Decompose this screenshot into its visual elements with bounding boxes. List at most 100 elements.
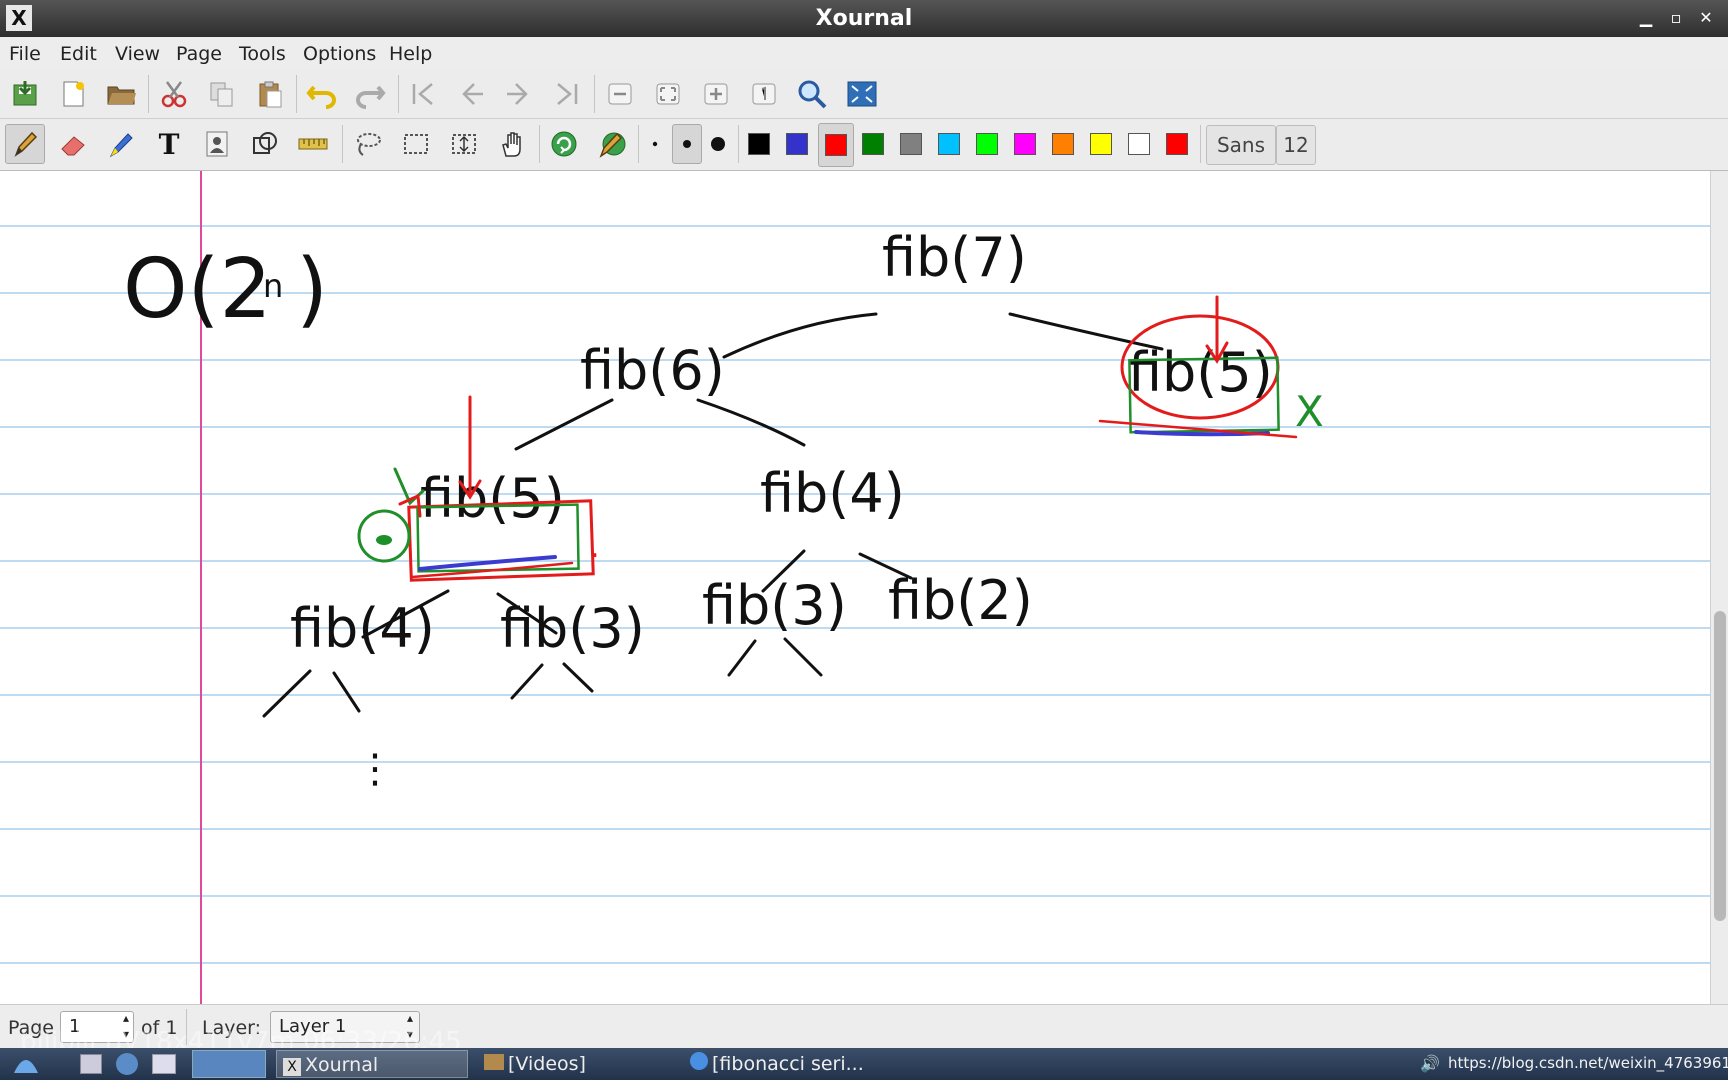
zoom-fit-icon[interactable] [648,74,688,114]
prev-page-icon[interactable] [451,74,491,114]
task-videos[interactable]: [Videos] [478,1050,678,1078]
next-page-icon[interactable] [499,74,539,114]
rect-select-icon[interactable] [396,124,436,164]
thickness-fine-button[interactable] [640,124,670,164]
color-swatch-fill [1052,133,1074,155]
task-fibonacci[interactable]: [fibonacci seri... [684,1050,934,1078]
shape-recognizer-icon[interactable] [245,124,285,164]
first-page-icon[interactable] [403,74,443,114]
browser-icon[interactable] [116,1053,138,1075]
vertical-space-icon[interactable] [444,124,484,164]
start-menu-icon[interactable] [12,1051,40,1077]
save-icon[interactable] [5,74,45,114]
color-swatch-fill [938,133,960,155]
color-swatch-00c0ff[interactable] [932,123,968,167]
color-swatch-ffffff[interactable] [1122,123,1158,167]
thickness-thick-button[interactable] [703,124,733,164]
menu-options[interactable]: Options [303,43,376,65]
menu-file[interactable]: File [9,43,41,65]
close-button[interactable]: ✕ [1694,6,1718,30]
node-fib6: fib(6) [580,339,725,402]
color-swatch-ff0000[interactable] [818,123,854,167]
color-swatch-ff8000[interactable] [1046,123,1082,167]
xournal-task-icon: X [283,1058,301,1076]
color-swatch-ffff00[interactable] [1084,123,1120,167]
ruler-icon[interactable] [293,124,333,164]
complexity-note: O(2 n ) [123,242,328,337]
current-color-button[interactable] [1160,123,1196,167]
maximize-button[interactable]: ▫ [1664,6,1688,30]
node-fib2: fib(2) [888,569,1033,632]
chrome-icon [690,1052,708,1070]
volume-icon[interactable]: 🔊 [1420,1054,1440,1073]
file-manager-icon[interactable] [80,1054,102,1074]
task-xournal[interactable]: X Xournal [276,1050,468,1078]
default-pen-icon[interactable] [592,124,632,164]
vertical-scrollbar[interactable] [1710,171,1728,1004]
menu-edit[interactable]: Edit [60,43,97,65]
zoom-search-icon[interactable] [792,74,832,114]
minimize-button[interactable]: ▁ [1634,6,1658,30]
node-fib3-child: fib(3) [500,597,645,660]
color-swatch-ff00ff[interactable] [1008,123,1044,167]
note-canvas[interactable]: O(2 n ) fib(7) fib(6) fib(5) fib(5) fib(… [0,171,1710,1004]
color-swatch-fill [862,133,884,155]
menu-help[interactable]: Help [389,43,432,65]
handwritten-page[interactable]: O(2 n ) fib(7) fib(6) fib(5) fib(5) fib(… [0,171,1710,1004]
image-icon[interactable] [197,124,237,164]
window-title: Xournal [815,6,913,31]
copy-icon[interactable] [202,74,242,114]
text-icon[interactable]: T [149,124,189,164]
default-tool-icon[interactable] [544,124,584,164]
color-swatch-3333cc[interactable] [780,123,816,167]
task-fibonacci-label: [fibonacci seri... [712,1053,864,1075]
folder-icon [484,1054,504,1070]
thickness-medium-button[interactable] [672,124,702,164]
highlighter-icon[interactable] [101,124,141,164]
pen-icon[interactable] [5,124,45,164]
ellipsis-mark: ⋮ [355,746,395,792]
lasso-select-icon[interactable] [348,124,388,164]
undo-icon[interactable] [302,74,342,114]
workspace-pager[interactable] [192,1050,266,1078]
last-page-icon[interactable] [547,74,587,114]
open-icon[interactable] [101,74,141,114]
menu-view[interactable]: View [115,43,160,65]
hand-icon[interactable] [492,124,532,164]
taskbar: X Xournal [Videos] [fibonacci seri... 🔊 h… [0,1048,1728,1080]
color-swatch-00ff00[interactable] [970,123,1006,167]
menu-tools[interactable]: Tools [239,43,286,65]
cut-icon[interactable] [154,74,194,114]
color-swatch-fill [1090,133,1112,155]
color-swatch-808080[interactable] [894,123,930,167]
zoom-out-icon[interactable] [600,74,640,114]
color-swatch-fill [900,133,922,155]
color-swatch-fill [786,133,808,155]
main-toolbar [0,69,1728,119]
font-size-button[interactable]: 12 [1276,125,1316,165]
menu-bar: File Edit View Page Tools Options Help [0,37,1728,69]
node-fib3-grandchild: fib(3) [702,574,847,637]
new-icon[interactable] [53,74,93,114]
color-swatch-008000[interactable] [856,123,892,167]
color-swatch-fill [748,133,770,155]
node-fib5-left: fib(5) [420,467,565,530]
zoom-in-icon[interactable] [696,74,736,114]
fullscreen-icon[interactable] [842,74,882,114]
scrollbar-thumb[interactable] [1714,611,1726,921]
zoom-100-icon[interactable] [744,74,784,114]
menu-page[interactable]: Page [176,43,222,65]
tools-toolbar: T Sans 12 [0,119,1728,171]
complexity-close: ) [296,242,328,337]
redo-icon[interactable] [350,74,390,114]
title-bar: X Xournal ▁ ▫ ✕ [0,0,1728,37]
status-bar: Page 1 ▴ ▾ of 1 Layer: Layer 1 ▴ ▾ bilibil… [0,1004,1728,1057]
paste-icon[interactable] [250,74,290,114]
font-name-button[interactable]: Sans [1206,125,1276,165]
color-swatch-000000[interactable] [742,123,778,167]
eraser-icon[interactable] [53,124,93,164]
color-swatch-fill [976,133,998,155]
color-swatch-fill [1014,133,1036,155]
color-swatch-fill [1128,133,1150,155]
show-desktop-icon[interactable] [152,1054,176,1074]
